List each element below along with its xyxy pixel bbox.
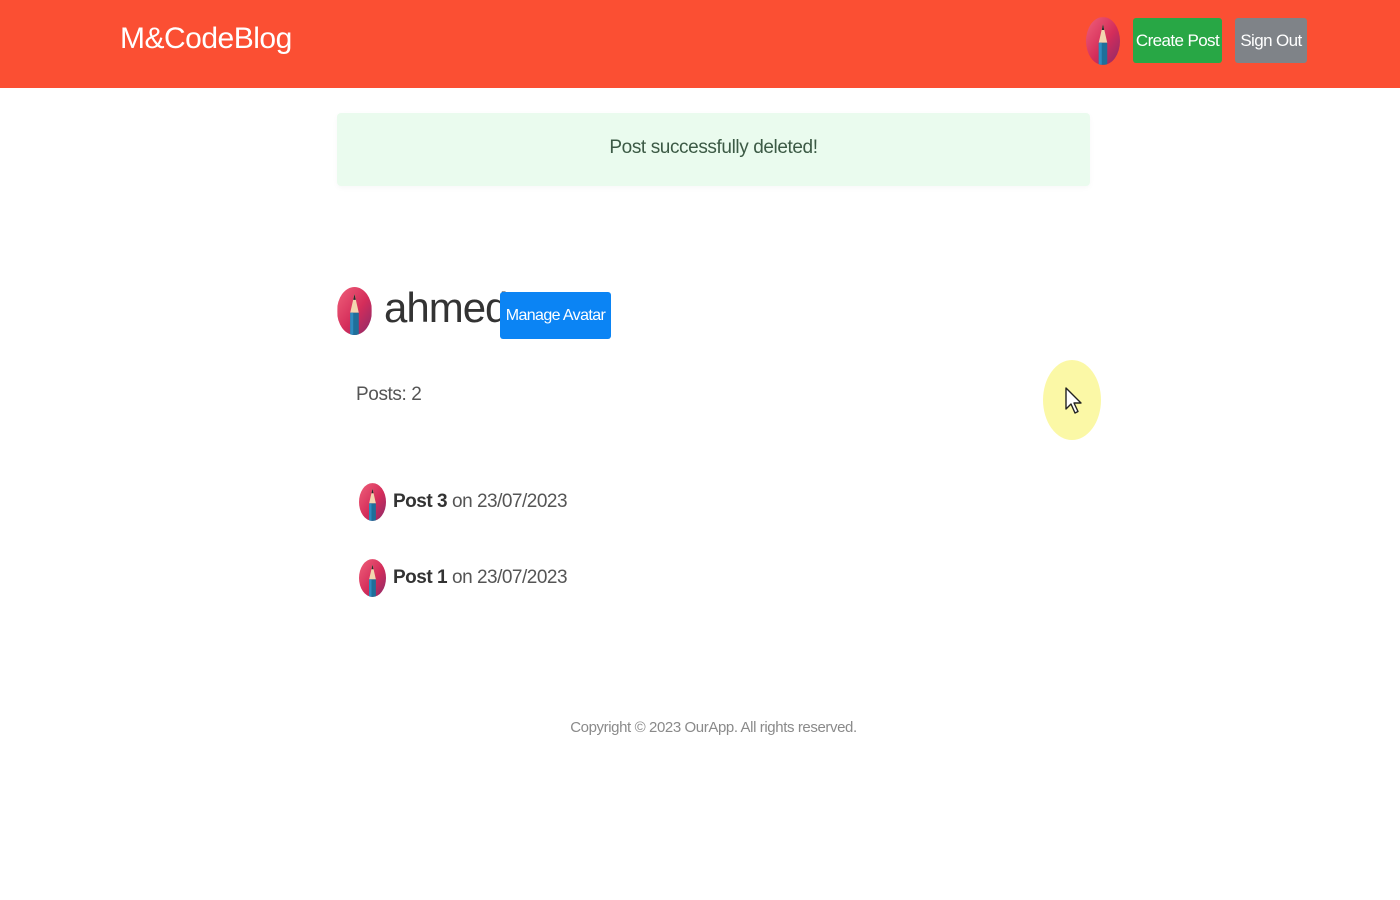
manage-avatar-button[interactable]: Manage Avatar [500, 292, 611, 339]
alert-message: Post successfully deleted! [609, 137, 818, 158]
brand-logo-link[interactable]: M&CodeBlog [120, 22, 292, 56]
pencil-avatar-icon [359, 483, 386, 521]
post-list-item[interactable]: Post 1 on 23/07/2023 [359, 558, 568, 598]
profile-username: ahmed [384, 284, 508, 331]
pencil-avatar-icon [1086, 17, 1120, 65]
post-avatar [359, 483, 386, 521]
header-avatar[interactable] [1086, 17, 1120, 65]
success-alert: Post successfully deleted! [337, 113, 1090, 186]
footer-copyright: Copyright © 2023 OurApp. All rights rese… [570, 719, 857, 736]
top-navbar: M&CodeBlog Create Post Sign Out [0, 0, 1400, 88]
post-title: Post 3 [393, 491, 448, 512]
post-avatar [359, 559, 386, 597]
post-title: Post 1 [393, 567, 448, 588]
sign-out-button[interactable]: Sign Out [1235, 18, 1307, 63]
posts-count-tab[interactable]: Posts: 2 [356, 384, 422, 406]
pencil-avatar-icon [359, 559, 386, 597]
post-date: on 23/07/2023 [452, 567, 568, 588]
post-list-item[interactable]: Post 3 on 23/07/2023 [359, 482, 568, 522]
post-date: on 23/07/2023 [452, 491, 568, 512]
create-post-button[interactable]: Create Post [1133, 18, 1222, 63]
mouse-pointer-icon [1065, 387, 1082, 414]
profile-avatar [337, 287, 372, 335]
pencil-avatar-icon [337, 287, 372, 335]
